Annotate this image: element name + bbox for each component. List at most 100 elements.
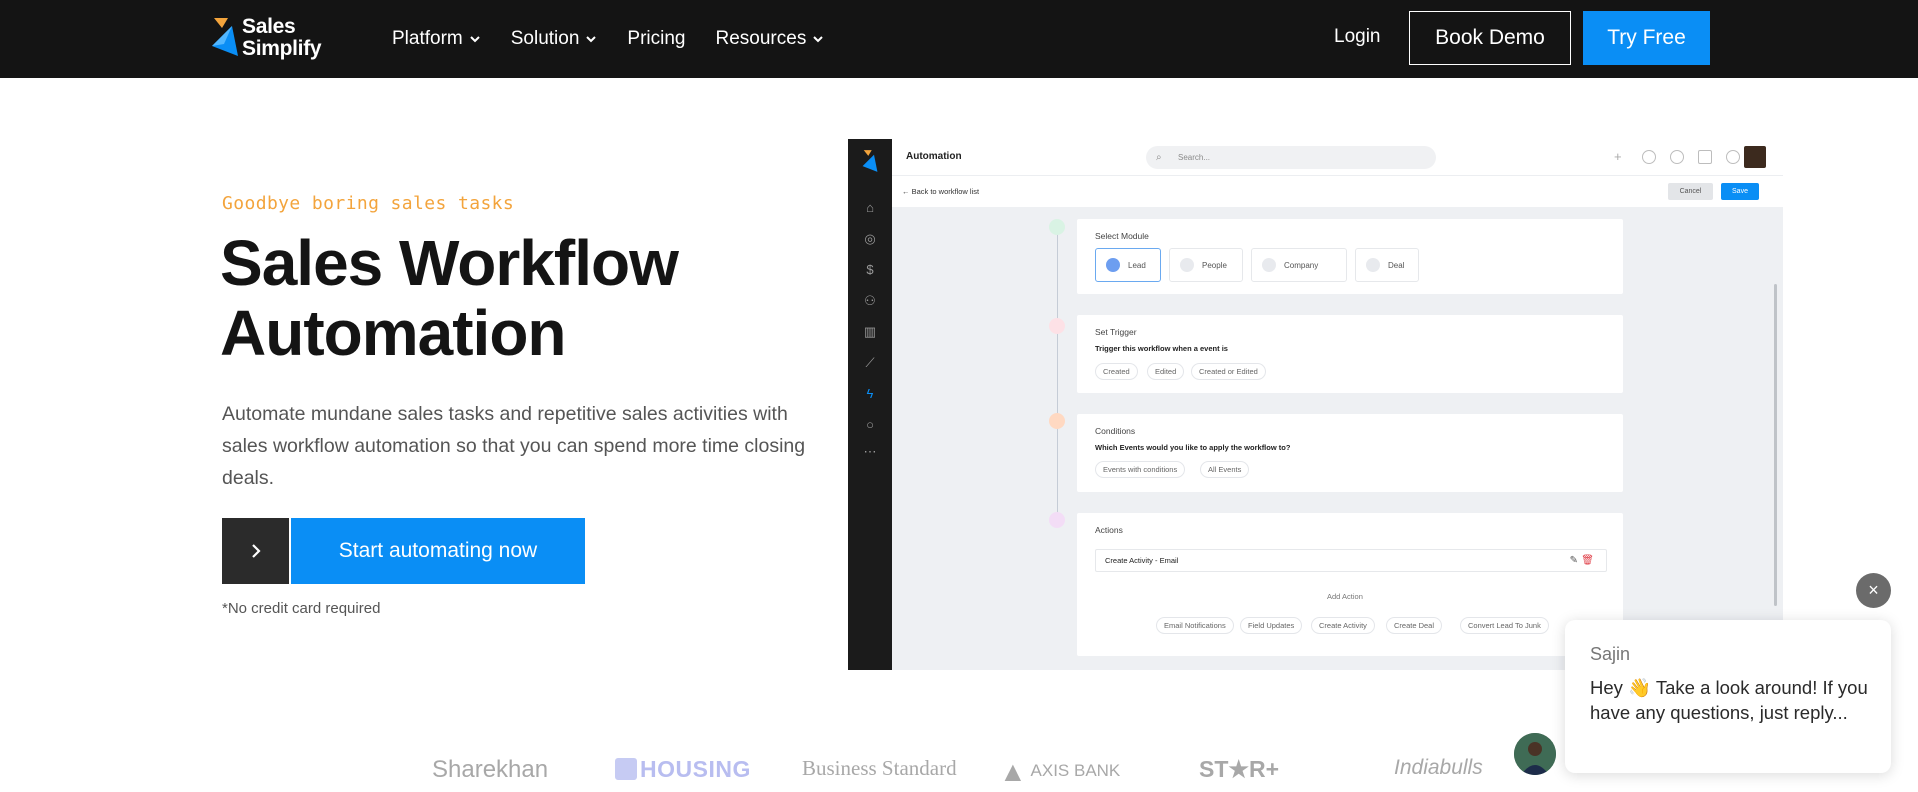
module-option: Lead (1095, 248, 1161, 282)
nav-links: Platform Solution Pricing Resources (392, 0, 824, 78)
hero-eyebrow: Goodbye boring sales tasks (222, 193, 515, 214)
agent-photo-icon (1514, 733, 1556, 775)
action-option: Create Deal (1386, 617, 1443, 634)
avatar (1744, 146, 1766, 168)
lightbulb-icon: ○ (866, 417, 874, 432)
chevron-down-icon (586, 36, 597, 43)
help-icon (1642, 150, 1656, 164)
globe-icon (1670, 150, 1684, 164)
top-navbar: Sales Simplify Platform Solution Pricing… (0, 0, 1918, 78)
mock-sidebar: ⌂ ◎ $ ⚇ ▥ ⟋ ϟ ○ ⋯ (848, 139, 892, 670)
back-to-workflow-link: ← Back to workflow list (902, 187, 980, 196)
action-option: Field Updates (1240, 617, 1303, 634)
action-row: Create Activity - Email ✎ 🗑 (1095, 549, 1607, 572)
logo-mark-icon (212, 18, 238, 56)
bar-chart-icon: ▥ (863, 324, 877, 339)
automation-bolt-icon: ϟ (866, 386, 874, 401)
step-actions-icon (1049, 512, 1065, 528)
action-option: Create Activity (1311, 617, 1375, 634)
action-option: Convert Lead To Junk (1460, 617, 1549, 634)
people-icon (1180, 258, 1194, 272)
logo-text: Sales Simplify (242, 15, 322, 60)
step-trigger-icon (1049, 318, 1065, 334)
add-action-label: Add Action (1327, 592, 1363, 601)
module-option: People (1169, 248, 1243, 282)
card-title: Set Trigger (1095, 327, 1137, 337)
client-logo-star: ST★R+ (1199, 756, 1280, 782)
hero-description: Automate mundane sales tasks and repetit… (222, 403, 806, 489)
lead-icon (1106, 258, 1120, 272)
nav-pricing[interactable]: Pricing (627, 28, 685, 50)
edit-icon: ✎ (1569, 555, 1578, 566)
dollar-icon: $ (866, 262, 874, 277)
card-question: Which Events would you like to apply the… (1095, 443, 1291, 452)
more-icon: ⋯ (863, 444, 877, 459)
deal-icon (1366, 258, 1380, 272)
axis-mark-icon: ▲ (999, 756, 1027, 787)
client-logo-business-standard: Business Standard (802, 756, 957, 780)
nav-solution[interactable]: Solution (511, 28, 598, 50)
logo-mark-icon (862, 150, 878, 172)
condition-option: Events with conditions (1095, 461, 1186, 478)
line-chart-icon: ⟋ (865, 355, 875, 370)
workflow-timeline (1057, 227, 1058, 527)
client-logo-axis-bank: ▲ AXIS BANK (999, 756, 1121, 787)
trigger-option: Created or Edited (1191, 363, 1266, 380)
module-option: Deal (1355, 248, 1419, 282)
conditions-card: Conditions Which Events would you like t… (1077, 414, 1623, 492)
no-credit-card-note: *No credit card required (222, 600, 381, 617)
mock-save-button: Save (1721, 183, 1759, 200)
module-option: Company (1251, 248, 1347, 282)
housing-mark-icon (615, 758, 637, 780)
chat-message: Hey 👋 Take a look around! If you have an… (1590, 677, 1868, 723)
chat-popup[interactable]: Sajin Hey 👋 Take a look around! If you h… (1565, 620, 1891, 773)
client-logo-sharekhan: Sharekhan (432, 756, 549, 783)
plus-icon: + (1614, 149, 1622, 164)
mock-page-title: Automation (906, 151, 962, 162)
condition-option: All Events (1200, 461, 1250, 478)
cta-arrow-button[interactable] (222, 518, 289, 584)
trigger-option: Created (1095, 363, 1138, 380)
mock-search-input: ⌕ Search... (1146, 146, 1436, 169)
chat-agent-name: Sajin (1590, 644, 1631, 664)
nav-resources[interactable]: Resources (716, 28, 825, 50)
search-icon: ⌕ (1156, 152, 1162, 163)
target-icon: ◎ (864, 231, 876, 246)
try-free-button[interactable]: Try Free (1583, 11, 1710, 65)
client-logo-housing: HOUSING (615, 756, 751, 783)
company-icon (1262, 258, 1276, 272)
hero-title: Sales Workflow Automation (220, 227, 679, 369)
chevron-right-icon (251, 544, 261, 558)
people-icon: ⚇ (864, 293, 876, 308)
card-title: Select Module (1095, 231, 1149, 241)
mock-topbar: Automation ⌕ Search... + (892, 139, 1783, 175)
chat-close-button[interactable]: × (1856, 573, 1891, 608)
nav-platform[interactable]: Platform (392, 28, 481, 50)
chevron-down-icon (470, 36, 480, 43)
megaphone-icon (1698, 150, 1712, 164)
history-icon (1726, 150, 1740, 164)
sales-simplify-logo[interactable]: Sales Simplify (210, 14, 335, 62)
book-demo-button[interactable]: Book Demo (1409, 11, 1571, 65)
chevron-down-icon (813, 36, 824, 43)
login-link[interactable]: Login (1334, 26, 1381, 48)
step-module-icon (1049, 219, 1065, 235)
start-automating-button[interactable]: Start automating now (291, 518, 585, 584)
set-trigger-card: Set Trigger Trigger this workflow when a… (1077, 315, 1623, 393)
select-module-card: Select Module Lead People Company Deal (1077, 219, 1623, 294)
actions-card: Actions Create Activity - Email ✎ 🗑 Add … (1077, 513, 1623, 656)
home-icon: ⌂ (866, 200, 874, 215)
automation-app-screenshot: ⌂ ◎ $ ⚇ ▥ ⟋ ϟ ○ ⋯ Automation ⌕ Search...… (848, 139, 1783, 670)
card-title: Conditions (1095, 426, 1136, 436)
trash-icon: 🗑 (1581, 555, 1594, 566)
mock-cancel-button: Cancel (1668, 183, 1713, 200)
action-option: Email Notifications (1156, 617, 1234, 634)
step-conditions-icon (1049, 413, 1065, 429)
mock-subbar: ← Back to workflow list Cancel Save (892, 175, 1783, 207)
trigger-option: Edited (1147, 363, 1185, 380)
mock-scrollbar (1774, 284, 1777, 606)
card-title: Actions (1095, 525, 1123, 535)
chat-agent-avatar[interactable] (1514, 733, 1556, 775)
card-question: Trigger this workflow when a event is (1095, 344, 1228, 353)
client-logo-indiabulls: Indiabulls (1394, 756, 1483, 779)
